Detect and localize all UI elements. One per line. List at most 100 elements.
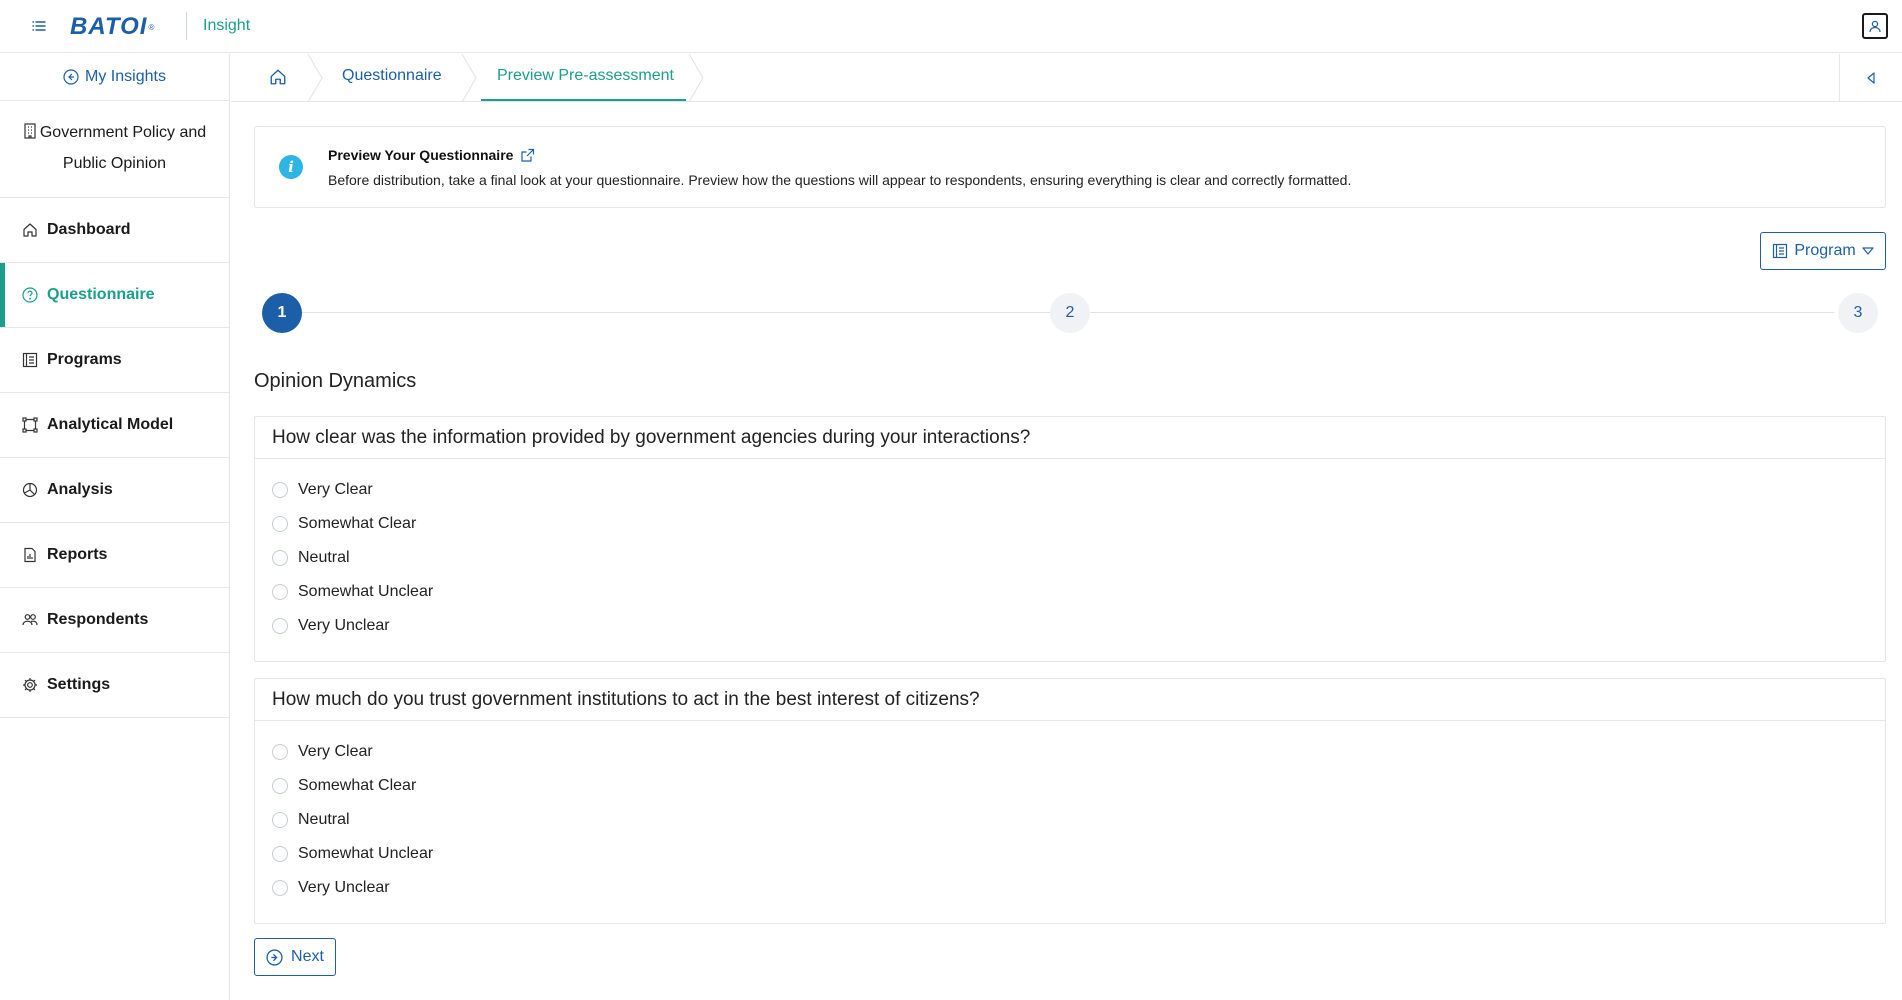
caret-down-icon [1862, 247, 1874, 255]
arrow-right-circle-icon [266, 948, 283, 966]
breadcrumb-separator [688, 54, 704, 102]
step-1[interactable]: 1 [262, 293, 302, 333]
question-circle-icon [21, 286, 39, 304]
collapse-panel-button[interactable] [1839, 54, 1902, 102]
breadcrumb-questionnaire[interactable]: Questionnaire [342, 67, 442, 85]
section-title: Opinion Dynamics [254, 370, 417, 392]
sidebar-item-label: Questionnaire [47, 286, 155, 303]
option-label: Somewhat Clear [298, 777, 417, 794]
model-icon [21, 416, 39, 434]
option-label: Very Unclear [298, 617, 390, 634]
sidebar-item-label: Programs [47, 351, 122, 368]
sidebar-item-label: Analysis [47, 481, 113, 498]
option-somewhat-clear[interactable]: Somewhat Clear [272, 769, 1885, 803]
sidebar-item-label: Analytical Model [47, 416, 174, 433]
list-icon [1773, 243, 1788, 259]
sidebar-item-reports[interactable]: Reports [0, 523, 229, 588]
question-text: How clear was the information provided b… [255, 417, 1885, 459]
my-insights-label: My Insights [85, 68, 166, 85]
batoi-logo[interactable]: BATOI ® [70, 12, 154, 42]
external-link-icon[interactable] [520, 148, 535, 163]
options-list: Very Clear Somewhat Clear Neutral Somewh… [255, 721, 1885, 905]
breadcrumb-preview-pre-assessment[interactable]: Preview Pre-assessment [497, 67, 674, 85]
breadcrumb-separator [461, 54, 477, 102]
option-very-unclear[interactable]: Very Unclear [272, 871, 1885, 905]
sidebar-item-questionnaire[interactable]: Questionnaire [0, 263, 229, 328]
option-neutral[interactable]: Neutral [272, 541, 1885, 575]
info-title: Preview Your Questionnaire [328, 147, 535, 163]
sidebar: My Insights Government Policy and Public… [0, 54, 230, 1000]
info-title-text: Preview Your Questionnaire [328, 147, 514, 163]
option-somewhat-clear[interactable]: Somewhat Clear [272, 507, 1885, 541]
breadcrumb: Questionnaire Preview Pre-assessment [231, 54, 1902, 102]
option-label: Very Clear [298, 481, 373, 498]
users-icon [21, 611, 39, 629]
user-icon[interactable] [1862, 13, 1888, 39]
app-name: Insight [203, 17, 251, 34]
stepper-line [302, 312, 1050, 313]
option-label: Somewhat Unclear [298, 583, 434, 600]
breadcrumb-separator [307, 54, 323, 102]
question-card: How much do you trust government institu… [254, 678, 1886, 924]
next-button-label: Next [291, 948, 324, 965]
project-title-text: Government Policy and Public Opinion [39, 124, 207, 172]
stepper-line [1090, 312, 1834, 313]
option-very-clear[interactable]: Very Clear [272, 473, 1885, 507]
option-very-clear[interactable]: Very Clear [272, 735, 1885, 769]
pie-chart-icon [21, 481, 39, 499]
sidebar-item-dashboard[interactable]: Dashboard [0, 198, 229, 263]
radio-button[interactable] [272, 516, 288, 532]
sidebar-item-label: Settings [47, 676, 111, 693]
option-neutral[interactable]: Neutral [272, 803, 1885, 837]
options-list: Very Clear Somewhat Clear Neutral Somewh… [255, 459, 1885, 643]
option-somewhat-unclear[interactable]: Somewhat Unclear [272, 575, 1885, 609]
radio-button[interactable] [272, 584, 288, 600]
breadcrumb-home-icon[interactable] [269, 68, 289, 88]
gear-icon [21, 676, 39, 694]
option-label: Somewhat Unclear [298, 845, 434, 862]
info-description: Before distribution, take a final look a… [328, 172, 1352, 188]
sidebar-item-settings[interactable]: Settings [0, 653, 229, 718]
radio-button[interactable] [272, 880, 288, 896]
logo-registered-mark: ® [148, 22, 155, 32]
sidebar-item-label: Respondents [47, 611, 149, 628]
option-label: Somewhat Clear [298, 515, 417, 532]
next-button[interactable]: Next [254, 938, 336, 976]
program-button-label: Program [1794, 242, 1856, 259]
option-label: Very Clear [298, 743, 373, 760]
building-icon [23, 123, 37, 139]
active-crumb-underline [481, 99, 686, 101]
list-icon [21, 351, 39, 369]
option-very-unclear[interactable]: Very Unclear [272, 609, 1885, 643]
program-dropdown-button[interactable]: Program [1760, 232, 1886, 270]
sidebar-item-analytical-model[interactable]: Analytical Model [0, 393, 229, 458]
back-circle-icon [63, 69, 79, 85]
info-icon: i [279, 155, 303, 179]
sidebar-item-label: Dashboard [47, 221, 131, 238]
question-card: How clear was the information provided b… [254, 416, 1886, 662]
radio-button[interactable] [272, 846, 288, 862]
report-icon [21, 546, 39, 564]
radio-button[interactable] [272, 744, 288, 760]
caret-left-icon [1867, 72, 1875, 84]
radio-button[interactable] [272, 482, 288, 498]
radio-button[interactable] [272, 812, 288, 828]
radio-button[interactable] [272, 618, 288, 634]
top-bar: BATOI ® Insight [0, 0, 1902, 53]
sidebar-item-respondents[interactable]: Respondents [0, 588, 229, 653]
home-icon [21, 221, 39, 239]
radio-button[interactable] [272, 778, 288, 794]
sidebar-item-programs[interactable]: Programs [0, 328, 229, 393]
option-somewhat-unclear[interactable]: Somewhat Unclear [272, 837, 1885, 871]
logo-divider [186, 12, 187, 40]
logo-text: BATOI [70, 13, 148, 40]
step-3[interactable]: 3 [1838, 293, 1878, 333]
sidebar-item-label: Reports [47, 546, 108, 563]
menu-icon[interactable] [28, 15, 50, 37]
option-label: Very Unclear [298, 879, 390, 896]
step-2[interactable]: 2 [1050, 293, 1090, 333]
radio-button[interactable] [272, 550, 288, 566]
my-insights-link[interactable]: My Insights [0, 54, 229, 101]
info-panel: i Preview Your Questionnaire Before dist… [254, 126, 1886, 208]
sidebar-item-analysis[interactable]: Analysis [0, 458, 229, 523]
